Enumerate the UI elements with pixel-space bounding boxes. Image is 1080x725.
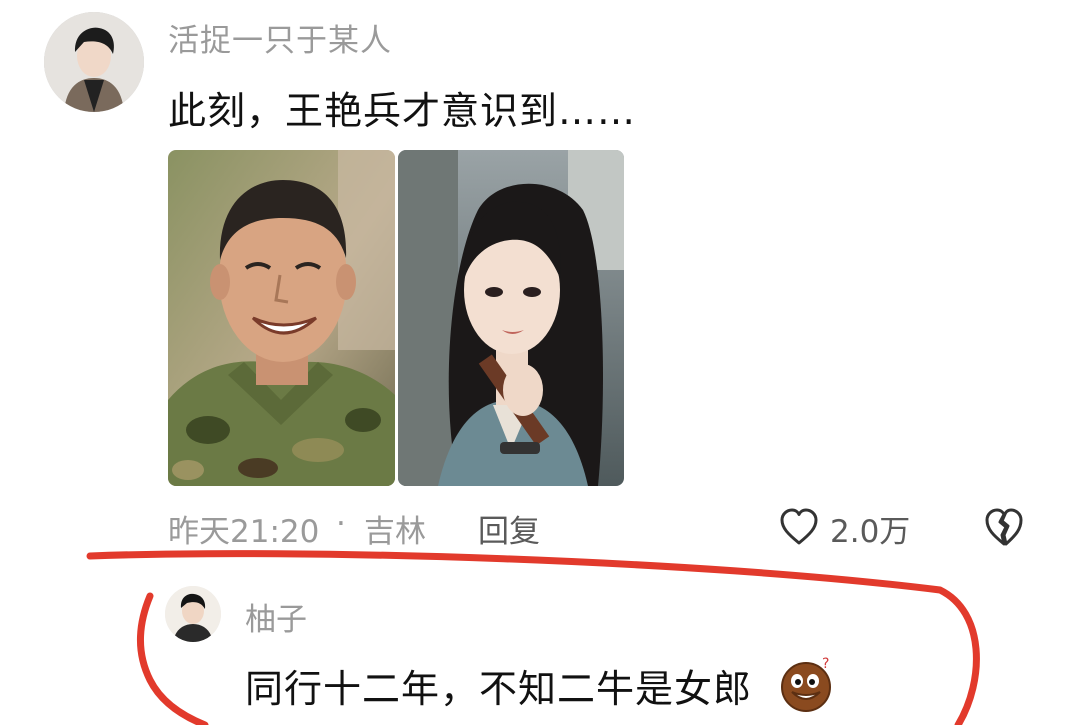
heart-outline-icon[interactable] bbox=[778, 506, 820, 548]
comment-location: 吉林 bbox=[364, 514, 426, 550]
reply-button[interactable]: 回复 bbox=[478, 506, 540, 551]
comment-photo-soldier[interactable] bbox=[168, 150, 395, 486]
comment-username[interactable]: 活捉一只于某人 bbox=[168, 15, 392, 60]
comment-time: 昨天21:20 bbox=[168, 514, 320, 550]
avatar[interactable] bbox=[44, 12, 144, 112]
broken-heart-icon[interactable] bbox=[982, 505, 1026, 549]
reply-username[interactable]: 柚子 bbox=[245, 594, 307, 639]
like-count: 2.0万 bbox=[830, 514, 911, 550]
comment-text: 此刻，王艳兵才意识到…… bbox=[168, 89, 637, 133]
confused-face-emoji-icon: ? bbox=[778, 654, 838, 714]
svg-text:?: ? bbox=[822, 656, 829, 672]
meta-separator: · bbox=[336, 506, 346, 542]
reply-text: 同行十二年，不知二牛是女郎 bbox=[245, 667, 753, 711]
comment-photo-costume[interactable] bbox=[398, 150, 624, 486]
reply-avatar[interactable] bbox=[165, 586, 221, 642]
